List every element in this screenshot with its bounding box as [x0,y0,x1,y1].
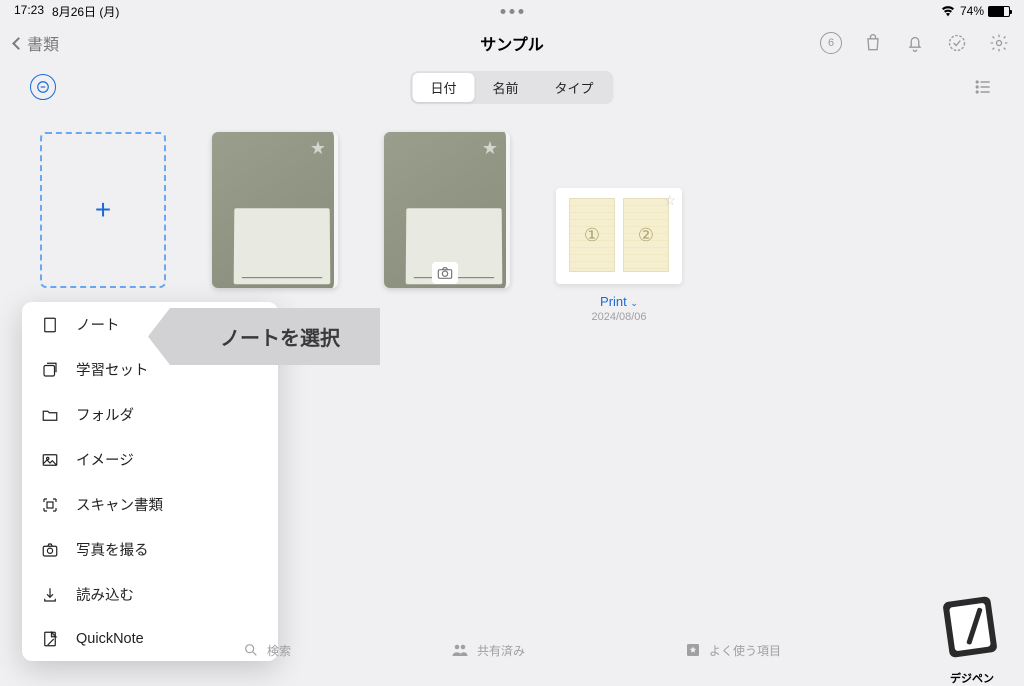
nav-bar: 書類 サンプル 6 [0,22,1024,64]
menu-folder[interactable]: フォルダ [22,392,278,437]
menu-label: フォルダ [76,404,134,425]
people-icon [451,642,469,658]
folder-icon [40,405,60,425]
chevron-left-icon [12,37,25,50]
camera-icon [40,540,60,560]
back-label: 書類 [27,31,59,55]
notebook-card-1[interactable]: ★ [212,132,338,288]
star-outline-icon: ☆ [663,192,676,209]
star-square-icon [685,642,701,658]
notebook-card-2[interactable]: ★ [384,132,510,288]
tab-label: よく使う項目 [709,642,781,659]
gear-icon[interactable] [988,32,1010,54]
menu-label: 写真を撮る [76,539,149,560]
sort-bar: 日付 名前 タイプ [0,64,1024,110]
import-icon [40,585,60,605]
status-bar: 17:23 8月26日 (月) 74% [0,0,1024,22]
badge-button[interactable]: 6 [820,32,842,54]
star-icon: ★ [482,138,498,159]
menu-label: 読み込む [76,584,134,605]
plus-icon: + [95,194,111,226]
menu-label: イメージ [76,449,134,470]
print-page-2: ② [623,198,669,272]
back-button[interactable]: 書類 [14,31,59,55]
menu-photo[interactable]: 写真を撮る [22,527,278,572]
battery-icon [988,6,1010,17]
check-circle-icon[interactable] [946,32,968,54]
shop-icon[interactable] [862,32,884,54]
sort-segmented-control: 日付 名前 タイプ [410,71,613,104]
sort-type[interactable]: タイプ [537,73,612,102]
cards-icon [40,360,60,380]
menu-label: スキャン書類 [76,494,163,515]
status-date: 8月26日 (月) [52,3,119,20]
menu-import[interactable]: 読み込む [22,572,278,617]
list-view-icon[interactable] [972,76,994,98]
menu-label: ノート [76,314,120,335]
note-icon [40,315,60,335]
star-icon: ★ [310,138,326,159]
sort-date[interactable]: 日付 [412,73,474,102]
status-time: 17:23 [14,3,44,20]
card-date: 2024/08/06 [556,311,682,323]
print-page-1: ① [569,198,615,272]
tab-shared[interactable]: 共有済み [451,642,525,659]
image-icon [40,450,60,470]
wifi-icon [940,5,956,17]
sort-name[interactable]: 名前 [474,73,536,102]
tab-search[interactable]: 検索 [243,642,291,659]
camera-badge-icon [432,262,458,284]
tab-label: 共有済み [477,642,525,659]
annotation-callout: ノートを選択 [170,308,380,365]
battery-percent: 74% [960,4,984,18]
card-title: Print ⌄ [556,294,682,309]
scan-icon [40,495,60,515]
menu-label: 学習セット [76,359,149,380]
print-card[interactable]: ☆ ① ② Print ⌄ 2024/08/06 [556,132,682,323]
app-logo: デジペン [932,593,1012,673]
tab-label: 検索 [267,642,291,659]
tab-favorites[interactable]: よく使う項目 [685,642,781,659]
add-new-card[interactable]: + [40,132,166,288]
multitask-dots[interactable] [501,9,524,14]
search-icon [243,642,259,658]
menu-scan[interactable]: スキャン書類 [22,482,278,527]
badge-count: 6 [820,32,842,54]
tab-bar: 検索 共有済み よく使う項目 [0,629,1024,671]
menu-image[interactable]: イメージ [22,437,278,482]
filter-button[interactable] [30,74,56,100]
page-title: サンプル [480,31,544,55]
bell-icon[interactable] [904,32,926,54]
